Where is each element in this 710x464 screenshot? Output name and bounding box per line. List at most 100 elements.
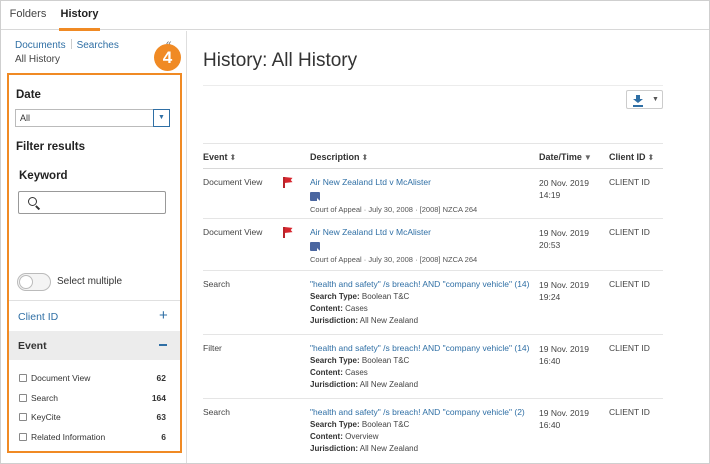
event-cell: Search (203, 407, 230, 417)
date-label: Date (16, 89, 41, 101)
sort-icon[interactable]: ⬍ (648, 153, 655, 162)
facet-count: 63 (156, 412, 166, 422)
date-select[interactable]: All ▼ (15, 109, 170, 127)
keyword-label: Keyword (19, 170, 68, 182)
client-id-cell: CLIENT ID (609, 407, 650, 417)
client-id-label: Client ID (18, 311, 59, 323)
document-link[interactable]: Air New Zealand Ltd v McAlister (310, 177, 535, 187)
datetime-cell: 19 Nov. 2019 19:24 (539, 280, 589, 302)
description-cell: "health and safety" /s breach! AND "comp… (310, 407, 535, 453)
description-cell: Air New Zealand Ltd v McAlister Court of… (310, 177, 535, 214)
client-id-facet-header[interactable]: Client ID + (9, 301, 180, 331)
app-window: Folders History Documents Searches All Hi… (0, 0, 710, 464)
sort-icon[interactable]: ⬍ (362, 153, 369, 162)
crumb-divider (70, 39, 72, 49)
plus-icon[interactable]: + (159, 307, 168, 324)
table-header: Event ⬍ Description ⬍ Date/Time ▼ Client ID… (203, 143, 663, 169)
table-row: Document View Air New Zealand Ltd v McAl… (203, 169, 663, 219)
facet-document-view[interactable]: Document View 62 (9, 371, 180, 389)
date-select-value: All (20, 113, 31, 123)
client-id-cell: CLIENT ID (609, 227, 650, 237)
step-badge: 4 (154, 44, 181, 71)
datetime-cell: 19 Nov. 2019 20:53 (539, 228, 589, 250)
datetime-cell: 20 Nov. 2019 14:19 (539, 178, 589, 200)
facet-related-information[interactable]: Related Information 6 (9, 430, 180, 448)
checkbox[interactable] (19, 374, 27, 382)
flag-icon[interactable] (283, 227, 293, 238)
search-link[interactable]: "health and safety" /s breach! AND "comp… (310, 279, 535, 289)
facet-label: Search (31, 393, 58, 403)
toggle-knob (19, 275, 33, 289)
facet-count: 62 (156, 373, 166, 383)
facet-count: 6 (161, 432, 166, 442)
select-multiple-label: Select multiple (57, 276, 123, 287)
table-row: Filter "health and safety" /s breach! AN… (203, 335, 663, 399)
select-multiple-toggle[interactable] (17, 273, 51, 291)
content-line: Content: Cases (310, 304, 368, 313)
sort-desc-icon[interactable]: ▼ (584, 153, 592, 162)
top-tabs: Folders History (1, 1, 709, 31)
column-event[interactable]: Event ⬍ (203, 152, 236, 162)
event-cell: Filter (203, 343, 222, 353)
jurisdiction-line: Jurisdiction: All New Zealand (310, 380, 419, 389)
main-content: History: All History ▼ Event ⬍ Descriptio… (188, 31, 709, 463)
client-id-cell: CLIENT ID (609, 177, 650, 187)
facet-keycite[interactable]: KeyCite 63 (9, 410, 180, 428)
search-type-line: Search Type: Boolean T&C (310, 292, 410, 301)
event-cell: Search (203, 279, 230, 289)
search-link[interactable]: "health and safety" /s breach! AND "comp… (310, 407, 535, 417)
column-datetime[interactable]: Date/Time ▼ (539, 152, 592, 162)
column-description[interactable]: Description ⬍ (310, 152, 368, 162)
table-row: Search "health and safety" /s breach! AN… (203, 271, 663, 335)
chevron-down-icon: ▼ (652, 96, 659, 103)
tab-history[interactable]: History (55, 1, 104, 31)
description-cell: "health and safety" /s breach! AND "comp… (310, 279, 535, 325)
crumb-current: All History (15, 54, 61, 65)
table-row: Document View Air New Zealand Ltd v McAl… (203, 219, 663, 271)
crumb-searches-link[interactable]: Searches (77, 40, 119, 51)
sort-icon[interactable]: ⬍ (230, 153, 237, 162)
document-link[interactable]: Air New Zealand Ltd v McAlister (310, 227, 535, 237)
note-icon[interactable] (310, 242, 320, 251)
search-type-line: Search Type: Boolean T&C (310, 356, 410, 365)
event-cell: Document View (203, 177, 263, 187)
breadcrumb: Documents Searches All History (15, 39, 119, 65)
tab-folders[interactable]: Folders (1, 1, 55, 30)
event-cell: Document View (203, 227, 263, 237)
description-cell: Air New Zealand Ltd v McAlister Court of… (310, 227, 535, 264)
page-title: History: All History (203, 50, 358, 71)
download-icon-base (633, 105, 643, 107)
event-facet-header[interactable]: Event (9, 331, 180, 360)
facet-search[interactable]: Search 164 (9, 391, 180, 409)
table-row: Search "health and safety" /s breach! AN… (203, 399, 663, 463)
datetime-cell: 19 Nov. 2019 16:40 (539, 344, 589, 366)
facet-label: Related Information (31, 432, 106, 442)
download-icon (633, 95, 643, 105)
checkbox[interactable] (19, 413, 27, 421)
content-line: Content: Overview (310, 432, 379, 441)
search-icon (28, 197, 37, 206)
checkbox[interactable] (19, 394, 27, 402)
client-id-cell: CLIENT ID (609, 279, 650, 289)
citation-meta: Court of Appeal · July 30, 2008 · [2008]… (310, 205, 478, 214)
chevron-down-icon[interactable]: ▼ (153, 109, 170, 127)
datetime-cell: 19 Nov. 2019 16:40 (539, 408, 589, 430)
citation-meta: Court of Appeal · July 30, 2008 · [2008]… (310, 255, 478, 264)
minus-icon[interactable] (159, 344, 167, 346)
crumb-documents-link[interactable]: Documents (15, 40, 66, 51)
description-cell: "health and safety" /s breach! AND "comp… (310, 343, 535, 389)
facet-label: Document View (31, 373, 91, 383)
note-icon[interactable] (310, 192, 320, 201)
column-client-id[interactable]: Client ID ⬍ (609, 152, 654, 162)
checkbox[interactable] (19, 433, 27, 441)
divider (203, 85, 663, 86)
search-type-line: Search Type: Boolean T&C (310, 420, 410, 429)
client-id-cell: CLIENT ID (609, 343, 650, 353)
flag-icon[interactable] (283, 177, 293, 188)
sidebar: DocumentsSearches All History « 4 Date A… (1, 31, 187, 463)
keyword-search-input[interactable] (18, 191, 166, 214)
download-button[interactable]: ▼ (626, 90, 663, 109)
jurisdiction-line: Jurisdiction: All New Zealand (310, 316, 419, 325)
facet-label: KeyCite (31, 412, 61, 422)
search-link[interactable]: "health and safety" /s breach! AND "comp… (310, 343, 535, 353)
